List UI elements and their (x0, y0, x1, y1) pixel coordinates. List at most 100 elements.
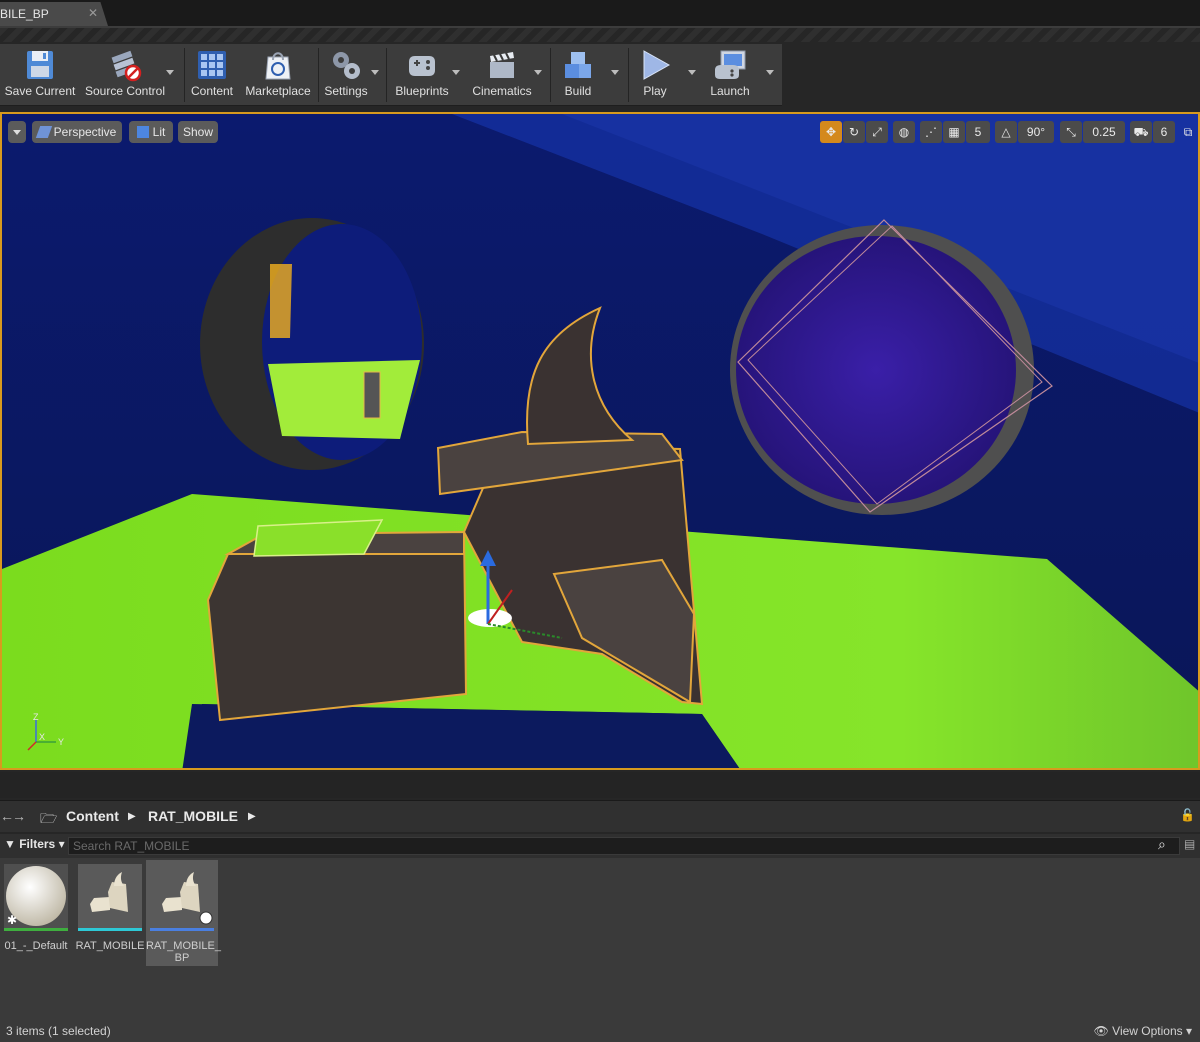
viewport-toolbar: Perspective Lit Show ✥ ↻ ⤢ ◍ ⋰ ▦ 5 △ 90°… (2, 118, 1198, 143)
grid-snap-value[interactable]: 5 (966, 121, 990, 143)
asset-tile-rat-mobile-bp[interactable]: RAT_MOBILE_ BP (146, 860, 221, 966)
asset-name: RAT_MOBILE_ BP (146, 940, 221, 964)
camera-speed-icon[interactable]: ⛟ (1130, 121, 1152, 143)
play-icon (643, 50, 671, 80)
blueprints-icon (409, 56, 435, 76)
settings-icon (333, 52, 360, 79)
launch-icon (715, 50, 746, 79)
play-button[interactable]: Play (630, 44, 680, 100)
content-button[interactable]: Content (186, 44, 238, 100)
left-portal-floor (268, 360, 420, 439)
rotation-snap-icon[interactable]: △ (995, 121, 1017, 143)
main-toolbar: Save Current Source Control Content Mark… (0, 44, 782, 106)
build-dropdown-icon[interactable] (611, 70, 619, 75)
forward-arrow-icon[interactable]: → (12, 808, 26, 824)
blueprints-button[interactable]: Blueprints (390, 44, 454, 100)
breadcrumb-content[interactable]: Content (66, 808, 119, 824)
view-mode-button[interactable]: Perspective (32, 121, 122, 143)
scale-mode-icon[interactable]: ⤢ (866, 121, 888, 143)
distant-prop (270, 264, 292, 338)
show-flags-button[interactable]: Show (178, 121, 218, 143)
scale-snap-icon[interactable]: ⤡ (1060, 121, 1082, 143)
axis-indicator: Z X Y (27, 712, 64, 751)
source-control-label: Source Control (84, 84, 166, 98)
build-button[interactable]: Build (552, 44, 604, 100)
rotate-mode-icon[interactable]: ↻ (843, 121, 865, 143)
viewport-scene[interactable] (2, 114, 1200, 770)
content-browser-status-bar: 3 items (1 selected) 👁 View Options ▾ (0, 1020, 1200, 1042)
viewport-options-button[interactable] (8, 121, 26, 143)
cinematics-icon (490, 52, 514, 78)
search-icon[interactable]: ⌕ (1158, 836, 1166, 853)
eye-icon: 👁 (1093, 1024, 1109, 1038)
asset-thumbnail (78, 864, 142, 928)
lit-icon (136, 126, 149, 138)
tab-close-icon[interactable]: ✕ (88, 6, 98, 20)
asset-tile-rat-mobile[interactable]: RAT_MOBILE (74, 860, 146, 966)
content-browser-path-bar: ← → 🗁 Content ▶ RAT_MOBILE ▶ 🔓 (0, 800, 1200, 832)
view-options-label: View Options (1112, 1024, 1183, 1038)
right-portal-opening (736, 236, 1016, 504)
tab-bar: BILE_BP ✕ (0, 0, 1200, 28)
toolbar-separator (386, 48, 387, 102)
level-viewport[interactable]: Perspective Lit Show ✥ ↻ ⤢ ◍ ⋰ ▦ 5 △ 90°… (0, 112, 1200, 770)
toolbar-separator (318, 48, 319, 102)
source-control-dropdown-icon[interactable] (166, 70, 174, 75)
character-mesh[interactable] (363, 371, 381, 419)
lock-icon[interactable]: 🔓 (1180, 808, 1195, 822)
save-current-button[interactable]: Save Current (2, 44, 78, 100)
asset-type-bar (78, 928, 142, 931)
launch-label: Launch (710, 84, 750, 98)
axis-x-label: X (39, 732, 45, 742)
blueprints-dropdown-icon[interactable] (452, 70, 460, 75)
world-local-icon[interactable]: ◍ (893, 121, 915, 143)
asset-thumbnail (150, 864, 214, 928)
save-icon (27, 51, 53, 79)
play-label: Play (643, 84, 667, 98)
save-search-icon[interactable]: ▤ (1184, 837, 1195, 851)
maximize-viewport-icon[interactable]: ⧉ (1180, 121, 1196, 143)
marketplace-icon (265, 52, 291, 80)
asset-grid: ✱ 01_-_Default RAT_MOBILE RAT_MOBILE_ BP (0, 858, 1200, 1020)
breadcrumb-separator-icon[interactable]: ▶ (248, 811, 256, 822)
translate-mode-icon[interactable]: ✥ (820, 121, 842, 143)
cinematics-dropdown-icon[interactable] (534, 70, 542, 75)
breadcrumb-separator-icon[interactable]: ▶ (128, 811, 136, 822)
lighting-mode-button[interactable]: Lit (129, 121, 173, 143)
asset-type-bar (4, 928, 68, 931)
marketplace-button[interactable]: Marketplace (242, 44, 314, 100)
blueprints-label: Blueprints (395, 84, 449, 98)
settings-dropdown-icon[interactable] (371, 70, 379, 75)
launch-button[interactable]: Launch (700, 44, 760, 100)
material-sphere-icon: ✱ (4, 864, 68, 928)
scale-snap-value[interactable]: 0.25 (1083, 121, 1125, 143)
grid-snap-icon[interactable]: ▦ (943, 121, 965, 143)
cinematics-button[interactable]: Cinematics (468, 44, 536, 100)
asset-name: RAT_MOBILE (75, 940, 145, 952)
cinematics-label: Cinematics (472, 84, 532, 98)
launch-dropdown-icon[interactable] (766, 70, 774, 75)
static-mesh-icon (78, 864, 142, 928)
asset-thumbnail: ✱ (4, 864, 68, 928)
search-box[interactable] (68, 837, 1180, 855)
save-current-label: Save Current (4, 84, 76, 98)
rotation-snap-value[interactable]: 90° (1018, 121, 1054, 143)
breadcrumb-rat-mobile[interactable]: RAT_MOBILE (148, 808, 238, 824)
surface-snap-icon[interactable]: ⋰ (920, 121, 942, 143)
asset-type-bar (150, 928, 214, 931)
filters-button[interactable]: ▼ Filters ▾ (4, 837, 65, 851)
perspective-icon (35, 126, 52, 138)
marketplace-label: Marketplace (245, 84, 311, 98)
asset-tile-default-material[interactable]: ✱ 01_-_Default (0, 860, 72, 966)
view-options-button[interactable]: 👁 View Options ▾ (1094, 1024, 1192, 1038)
axis-y-label: Y (58, 737, 64, 747)
camera-speed-value[interactable]: 6 (1153, 121, 1175, 143)
tab-rat-mobile-bp[interactable]: BILE_BP ✕ (0, 2, 108, 26)
source-control-icon (111, 50, 142, 82)
play-dropdown-icon[interactable] (688, 70, 696, 75)
source-control-button[interactable]: Source Control (82, 44, 168, 100)
content-browser-header (0, 772, 1200, 798)
settings-button[interactable]: Settings (320, 44, 372, 100)
search-input[interactable] (69, 838, 1179, 854)
toolbar-separator (550, 48, 551, 102)
